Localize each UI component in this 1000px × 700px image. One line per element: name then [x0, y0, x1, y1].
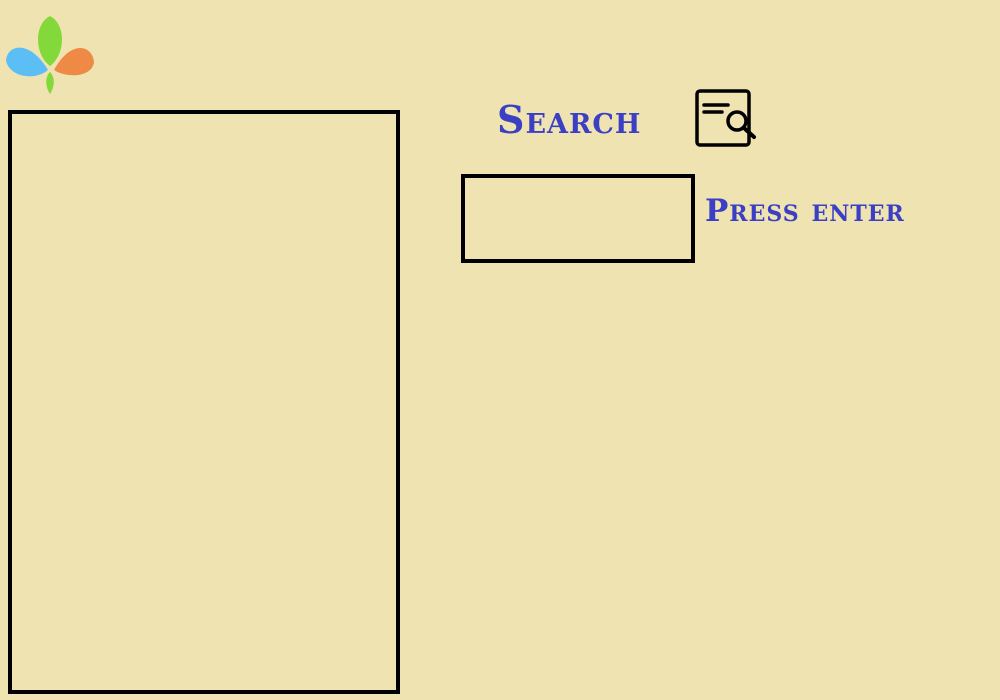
- search-title: Search: [497, 97, 642, 142]
- logo-icon: [6, 16, 94, 94]
- press-enter-hint: Press enter: [705, 193, 905, 229]
- document-search-icon[interactable]: [694, 88, 760, 148]
- logo-stem: [46, 72, 54, 94]
- results-panel: [8, 110, 400, 694]
- logo-petal-orange: [54, 47, 94, 76]
- logo-petal-green: [38, 16, 62, 66]
- search-input[interactable]: [461, 174, 695, 263]
